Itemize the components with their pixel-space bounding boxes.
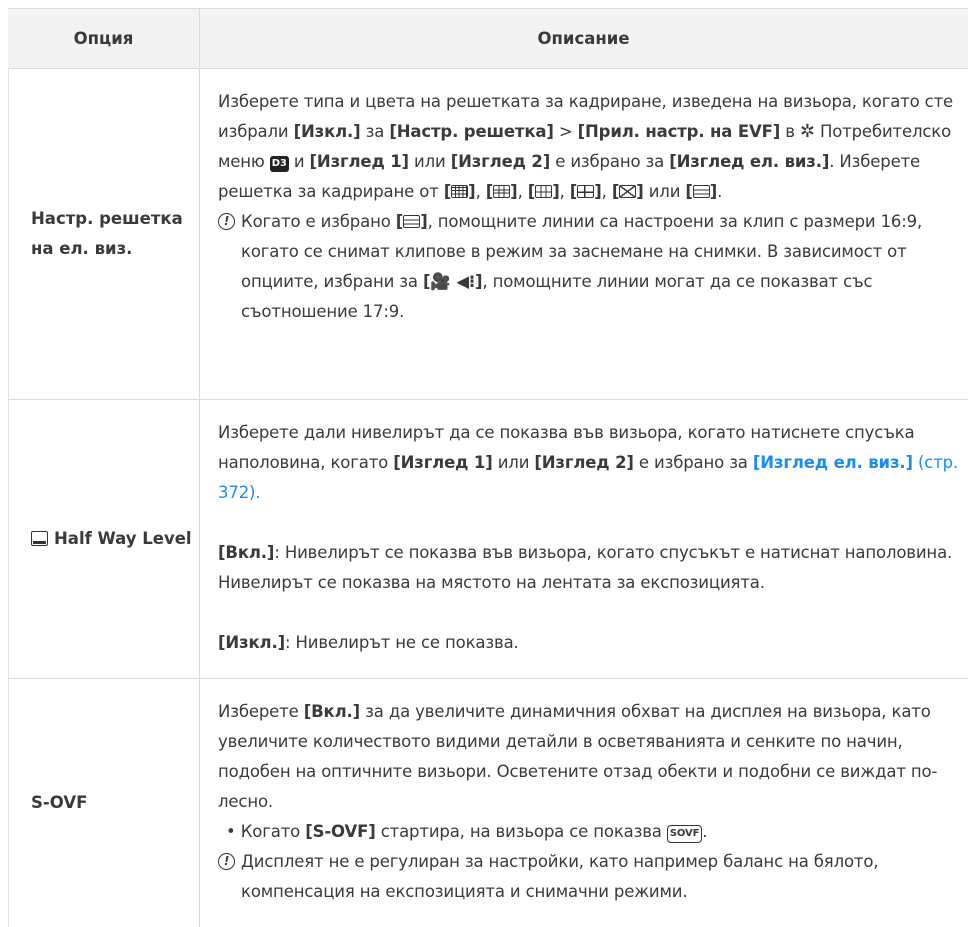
option-label: Half Way Level: [31, 524, 192, 554]
description-cell-grid: Изберете типа и цвета на решетката за ка…: [218, 87, 970, 327]
note-icon: !: [218, 213, 235, 230]
grid-3x3-icon: [493, 185, 511, 198]
option-cell-halfway: Half Way Level: [8, 400, 199, 678]
note-paragraph: ! Когато е избрано [], помощните линии са…: [218, 207, 970, 327]
s-ovf-icon: SOVF: [666, 825, 703, 843]
column-divider: [199, 679, 200, 927]
description-paragraph: Изберете типа и цвета на решетката за ка…: [218, 92, 954, 201]
option-cell-grid: Настр. решетка на ел. виз.: [8, 68, 199, 399]
header-description: Описание: [537, 29, 630, 48]
description-paragraph: Изберете дали нивелирът да се показва въ…: [218, 423, 959, 502]
grid-169-icon: [403, 215, 421, 228]
column-divider: [199, 68, 200, 399]
option-label: Настр. решетка на ел. виз.: [31, 208, 183, 258]
note-icon: !: [218, 853, 235, 870]
note-paragraph: ! Дисплеят не е регулиран за настройки, к…: [218, 847, 970, 907]
option-off-paragraph: [Изкл.]: Нивелирът не се показва.: [218, 633, 519, 652]
grid-center-icon: [577, 185, 595, 198]
option-on-paragraph: [Вкл.]: Нивелирът се показва във визьора…: [218, 543, 953, 592]
bullet-item: • Когато [S-OVF] стартира, на визьора се…: [226, 822, 708, 843]
description-cell-sovf: Изберете [Вкл.] за да увеличите динамичн…: [218, 697, 970, 907]
gear-icon: ✲: [799, 121, 815, 142]
description-paragraph: Изберете [Вкл.] за да увеличите динамичн…: [218, 702, 938, 811]
header-divider: [199, 8, 200, 67]
grid-169-icon: [692, 185, 710, 198]
option-cell-sovf: S-OVF: [8, 679, 199, 927]
table-header: Опция Описание: [8, 8, 968, 69]
description-cell-halfway: Изберете дали нивелирът да се показва въ…: [218, 418, 970, 658]
menu-tab-icon: D3: [269, 156, 289, 172]
options-table: Опция Описание Настр. решетка на ел. виз…: [8, 8, 972, 927]
column-divider: [199, 400, 200, 678]
grid-3x3-alt-icon: [535, 185, 553, 198]
header-option: Опция: [73, 29, 134, 48]
grid-4x4-icon: [451, 185, 469, 198]
option-label: S-OVF: [31, 793, 88, 812]
grid-diagonal-icon: [619, 185, 637, 198]
half-way-level-icon: [31, 531, 48, 546]
